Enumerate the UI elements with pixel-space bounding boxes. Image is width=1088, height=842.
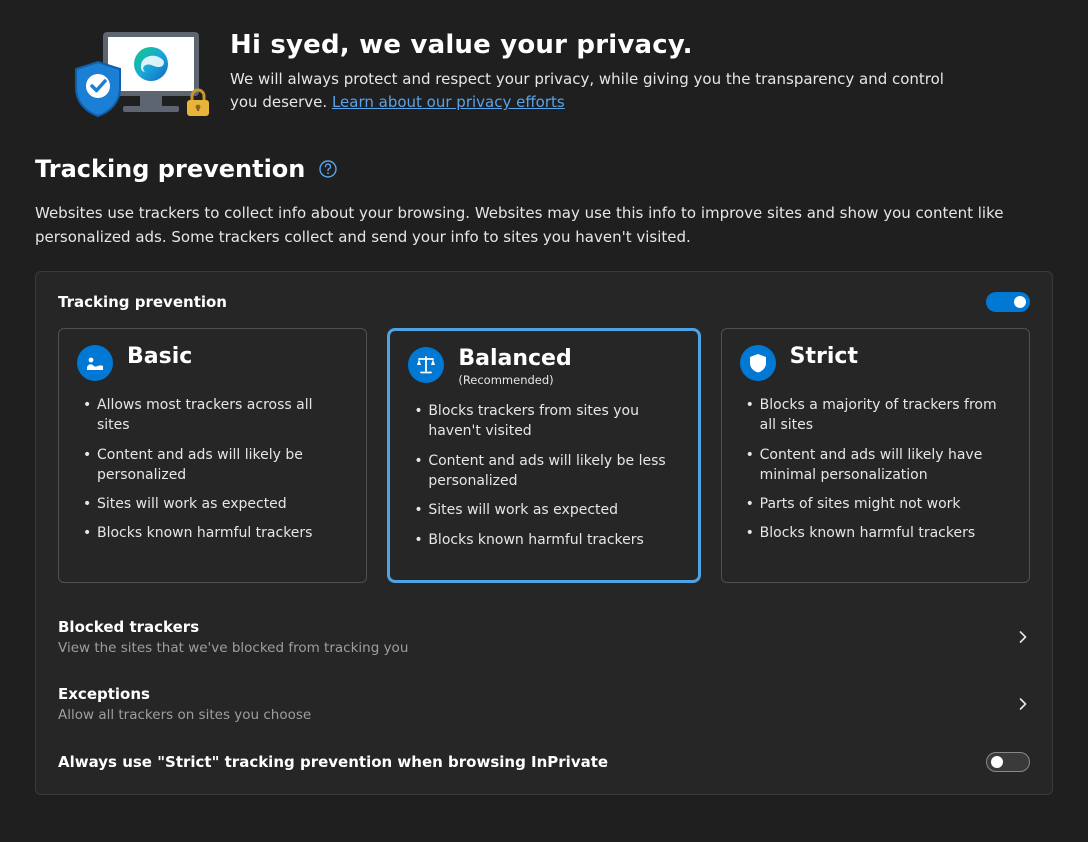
list-item: Content and ads will likely be less pers… bbox=[408, 451, 679, 492]
list-item: Content and ads will likely be personali… bbox=[77, 445, 348, 486]
basic-icon bbox=[77, 345, 113, 381]
help-icon[interactable] bbox=[319, 160, 337, 178]
hero-description: We will always protect and respect your … bbox=[230, 68, 960, 115]
chevron-right-icon bbox=[1016, 697, 1030, 711]
list-item: Blocks trackers from sites you haven't v… bbox=[408, 401, 679, 442]
tracking-card-balanced[interactable]: Balanced (Recommended) Blocks trackers f… bbox=[387, 328, 700, 583]
row-title: Exceptions bbox=[58, 685, 311, 703]
list-item: Allows most trackers across all sites bbox=[77, 395, 348, 436]
tracking-card-basic[interactable]: Basic Allows most trackers across all si… bbox=[58, 328, 367, 583]
tracking-card-strict[interactable]: Strict Blocks a majority of trackers fro… bbox=[721, 328, 1030, 583]
balanced-icon bbox=[408, 347, 444, 383]
list-item: Blocks known harmful trackers bbox=[77, 523, 348, 543]
padlock-icon bbox=[185, 88, 211, 118]
row-desc: View the sites that we've blocked from t… bbox=[58, 640, 408, 656]
learn-privacy-link[interactable]: Learn about our privacy efforts bbox=[332, 93, 565, 111]
list-item: Sites will work as expected bbox=[408, 500, 679, 520]
panel-title: Tracking prevention bbox=[58, 293, 227, 311]
inprivate-strict-row: Always use "Strict" tracking prevention … bbox=[58, 737, 1030, 794]
list-item: Sites will work as expected bbox=[77, 494, 348, 514]
row-title: Always use "Strict" tracking prevention … bbox=[58, 753, 608, 771]
strict-icon bbox=[740, 345, 776, 381]
card-title: Balanced bbox=[458, 347, 571, 371]
section-description: Websites use trackers to collect info ab… bbox=[35, 201, 1035, 249]
tracking-prevention-toggle[interactable] bbox=[986, 292, 1030, 312]
edge-logo-icon bbox=[131, 44, 171, 84]
chevron-right-icon bbox=[1016, 630, 1030, 644]
card-title: Strict bbox=[790, 345, 858, 369]
row-title: Blocked trackers bbox=[58, 618, 408, 636]
list-item: Blocks known harmful trackers bbox=[740, 523, 1011, 543]
privacy-illustration-icon bbox=[55, 30, 200, 120]
tracking-level-cards: Basic Allows most trackers across all si… bbox=[58, 328, 1030, 583]
inprivate-strict-toggle[interactable] bbox=[986, 752, 1030, 772]
tracking-prevention-section-head: Tracking prevention bbox=[35, 155, 1053, 183]
exceptions-row[interactable]: Exceptions Allow all trackers on sites y… bbox=[58, 670, 1030, 737]
row-desc: Allow all trackers on sites you choose bbox=[58, 707, 311, 723]
list-item: Content and ads will likely have minimal… bbox=[740, 445, 1011, 486]
tracking-prevention-panel: Tracking prevention Basic Allows most tr… bbox=[35, 271, 1053, 795]
list-item: Blocks known harmful trackers bbox=[408, 530, 679, 550]
blocked-trackers-row[interactable]: Blocked trackers View the sites that we'… bbox=[58, 603, 1030, 670]
list-item: Blocks a majority of trackers from all s… bbox=[740, 395, 1011, 436]
section-title: Tracking prevention bbox=[35, 155, 305, 183]
privacy-hero: Hi syed, we value your privacy. We will … bbox=[55, 30, 1053, 120]
list-item: Parts of sites might not work bbox=[740, 494, 1011, 514]
shield-icon bbox=[73, 60, 123, 118]
card-subtitle: (Recommended) bbox=[458, 373, 571, 387]
hero-title: Hi syed, we value your privacy. bbox=[230, 30, 960, 60]
card-title: Basic bbox=[127, 345, 192, 369]
